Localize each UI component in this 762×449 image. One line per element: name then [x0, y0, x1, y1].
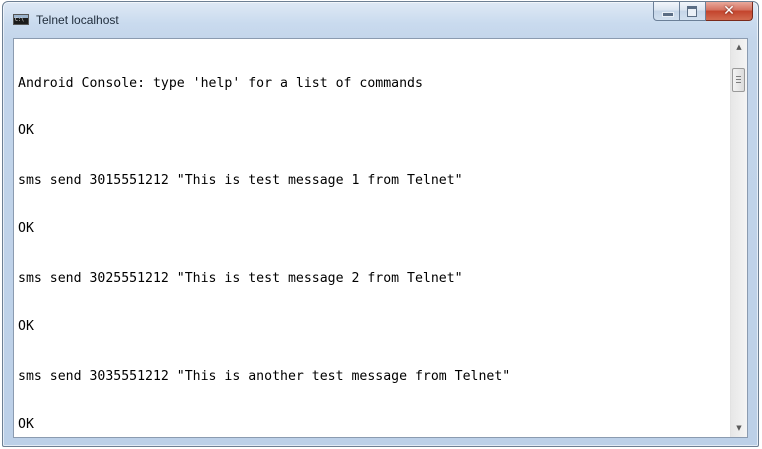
console-line: sms send 3015551212 "This is test messag…: [18, 173, 463, 189]
telnet-window: Telnet localhost ✕ Android Console: type…: [2, 1, 759, 447]
window-title: Telnet localhost: [36, 13, 119, 27]
title-bar[interactable]: Telnet localhost ✕: [3, 2, 758, 38]
console-line: sms send 3025551212 "This is test messag…: [18, 271, 463, 287]
vertical-scrollbar[interactable]: ▲ ▼: [730, 39, 747, 437]
scroll-down-arrow-icon[interactable]: ▼: [731, 420, 747, 437]
console-line: Android Console: type 'help' for a list …: [18, 75, 423, 91]
console-line: OK: [18, 416, 34, 432]
console-output: Android Console: type 'help' for a list …: [18, 43, 511, 437]
minimize-button[interactable]: [653, 2, 680, 21]
scroll-up-arrow-icon[interactable]: ▲: [731, 39, 747, 56]
console-line: OK: [18, 319, 34, 335]
caption-buttons: ✕: [653, 2, 753, 21]
close-button[interactable]: ✕: [706, 2, 753, 21]
minimize-icon: [662, 12, 674, 17]
console-line: OK: [18, 221, 34, 237]
console-icon[interactable]: [13, 14, 29, 25]
grip-icon: [736, 76, 741, 84]
scroll-thumb[interactable]: [732, 68, 745, 92]
console-area[interactable]: Android Console: type 'help' for a list …: [13, 38, 748, 438]
maximize-icon: [687, 6, 697, 17]
close-icon: ✕: [723, 3, 735, 19]
console-line: sms send 3035551212 "This is another tes…: [18, 368, 511, 384]
maximize-button[interactable]: [680, 2, 706, 21]
console-line: OK: [18, 123, 34, 139]
